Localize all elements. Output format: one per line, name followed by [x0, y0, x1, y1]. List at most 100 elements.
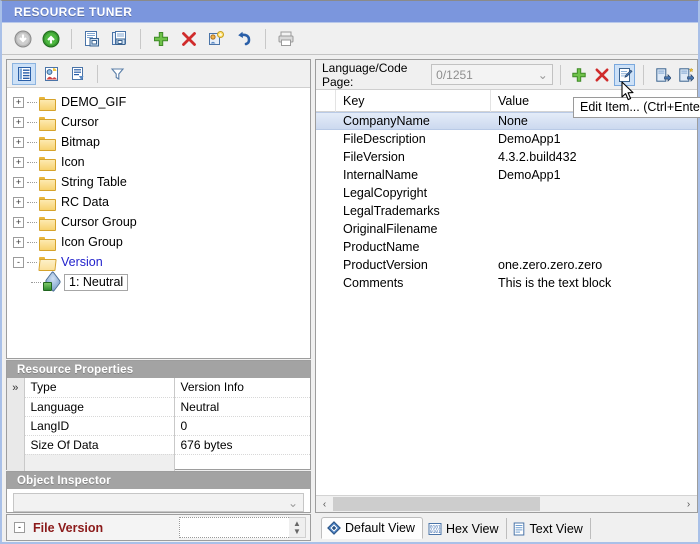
open-file-button[interactable] — [10, 26, 36, 52]
tree-line — [27, 261, 37, 263]
table-row[interactable]: InternalName DemoApp1 — [316, 166, 697, 184]
tree-expander-icon[interactable]: + — [13, 176, 24, 188]
tab-text-view[interactable]: Text View — [506, 518, 591, 539]
table-row[interactable]: LegalCopyright — [316, 184, 697, 202]
export-item-button[interactable] — [675, 64, 696, 86]
folder-closed-icon — [39, 196, 56, 211]
tree-item-label: String Table — [61, 175, 127, 189]
tree-line — [31, 281, 41, 283]
file-version-row: - File Version ▲ ▼ — [6, 514, 311, 541]
tree-line — [27, 141, 37, 143]
tree-expander-icon[interactable]: + — [13, 96, 24, 108]
tree-item-label: RC Data — [61, 195, 109, 209]
language-code-page-label: Language/Code Page: — [322, 60, 408, 89]
list-view-button[interactable] — [12, 62, 36, 85]
funnel-filter-button[interactable] — [105, 63, 129, 85]
delete-item-button[interactable] — [592, 64, 613, 86]
cell-key: LegalTrademarks — [343, 204, 440, 218]
table-row[interactable]: Comments This is the text block — [316, 274, 697, 292]
duplicate-documents-button[interactable] — [107, 26, 133, 52]
file-version-spinner[interactable]: ▲ ▼ — [289, 517, 306, 538]
spinner-down-icon: ▼ — [293, 526, 301, 536]
property-row[interactable]: LangID 0 — [7, 416, 310, 436]
table-row[interactable]: FileDescription DemoApp1 — [316, 130, 697, 148]
cell-key: FileVersion — [343, 150, 405, 164]
scroll-right-arrow-icon[interactable]: › — [680, 496, 697, 512]
folder-closed-icon — [39, 136, 56, 151]
column-header-key[interactable]: Key — [336, 89, 491, 112]
scroll-left-arrow-icon[interactable]: ‹ — [316, 496, 333, 512]
undo-button[interactable] — [232, 26, 258, 52]
tree-item-demo-gif[interactable]: + DEMO_GIF — [13, 92, 310, 112]
file-version-input[interactable] — [179, 517, 289, 538]
cell-key: ProductName — [343, 240, 420, 254]
save-file-button[interactable] — [38, 26, 64, 52]
cell-value: This is the text block — [498, 276, 612, 290]
tree-expander-icon[interactable]: + — [13, 116, 24, 128]
tree-expander-icon[interactable]: + — [13, 136, 24, 148]
add-item-button[interactable] — [569, 64, 590, 86]
table-row[interactable]: OriginalFilename — [316, 220, 697, 238]
tree-item-cursor[interactable]: + Cursor — [13, 112, 310, 132]
table-row[interactable]: ProductName — [316, 238, 697, 256]
scrollbar-track[interactable] — [333, 496, 680, 512]
delete-resource-button[interactable] — [176, 26, 202, 52]
title-bar: RESOURCE TUNER — [2, 1, 698, 23]
tree-expander-icon[interactable]: - — [13, 256, 24, 268]
tree-line — [27, 221, 37, 223]
property-key: Type — [24, 378, 175, 398]
scrollbar-thumb[interactable] — [333, 497, 540, 511]
tree-item-bitmap[interactable]: + Bitmap — [13, 132, 310, 152]
property-row-gutter — [7, 435, 25, 454]
tree-item-icon-group[interactable]: + Icon Group — [13, 232, 310, 252]
tree-item-string-table[interactable]: + String Table — [13, 172, 310, 192]
cell-key: ProductVersion — [343, 258, 428, 272]
property-value: 0 — [174, 416, 310, 436]
cell-key: FileDescription — [343, 132, 426, 146]
tab-label: Hex View — [445, 521, 499, 536]
table-row[interactable]: LegalTrademarks — [316, 202, 697, 220]
tree-item-version[interactable]: - Version — [13, 252, 310, 272]
print-button[interactable] — [273, 26, 299, 52]
property-row-gutter: » — [7, 378, 25, 397]
property-row[interactable]: Language Neutral — [7, 397, 310, 417]
edit-item-button[interactable] — [614, 63, 636, 86]
tree-item-cursor-group[interactable]: + Cursor Group — [13, 212, 310, 232]
tab-hex-view[interactable]: 0101 0101 Hex View — [422, 518, 507, 539]
language-code-page-value: 0/1251 — [436, 67, 473, 82]
tree-item-label: Cursor Group — [61, 215, 137, 229]
blue-diamond-icon — [327, 521, 341, 535]
tree-item-icon[interactable]: + Icon — [13, 152, 310, 172]
add-resource-button[interactable] — [148, 26, 174, 52]
tab-label: Default View — [345, 521, 415, 535]
column-header-value[interactable]: Value — [491, 90, 529, 112]
tree-child-neutral[interactable]: 1: Neutral — [31, 272, 310, 292]
horizontal-scrollbar[interactable]: ‹ › — [316, 495, 697, 512]
report-view-button[interactable] — [66, 63, 90, 85]
property-value: Neutral — [174, 397, 310, 417]
file-version-expander[interactable]: - — [14, 522, 25, 533]
object-inspector-combo[interactable]: ⌄ — [13, 493, 304, 512]
image-preview-button[interactable] — [39, 63, 63, 85]
property-row[interactable]: Size Of Data 676 bytes — [7, 435, 310, 455]
tree-expander-icon[interactable]: + — [13, 196, 24, 208]
tree-expander-icon[interactable]: + — [13, 216, 24, 228]
text-document-icon — [512, 522, 526, 536]
property-key: Language — [24, 397, 175, 417]
table-row[interactable]: ProductVersion one.zero.zero.zero — [316, 256, 697, 274]
copy-document-button[interactable] — [79, 26, 105, 52]
tree-expander-icon[interactable]: + — [13, 156, 24, 168]
tree-expander-icon[interactable]: + — [13, 236, 24, 248]
property-row[interactable]: » Type Version Info — [7, 378, 310, 398]
tooltip: Edit Item... (Ctrl+Enter) — [573, 97, 700, 118]
tab-default-view[interactable]: Default View — [321, 517, 423, 539]
tree-item-rc-data[interactable]: + RC Data — [13, 192, 310, 212]
chevron-down-icon: ⌄ — [287, 495, 298, 510]
tree-item-label: DEMO_GIF — [61, 95, 127, 109]
table-row[interactable]: FileVersion 4.3.2.build432 — [316, 148, 697, 166]
tree-child-label: 1: Neutral — [64, 273, 129, 291]
language-code-page-select[interactable]: 0/1251 ⌄ — [431, 64, 553, 85]
import-item-button[interactable] — [652, 64, 673, 86]
cell-value: one.zero.zero.zero — [498, 258, 603, 272]
edit-resource-button[interactable] — [204, 26, 230, 52]
